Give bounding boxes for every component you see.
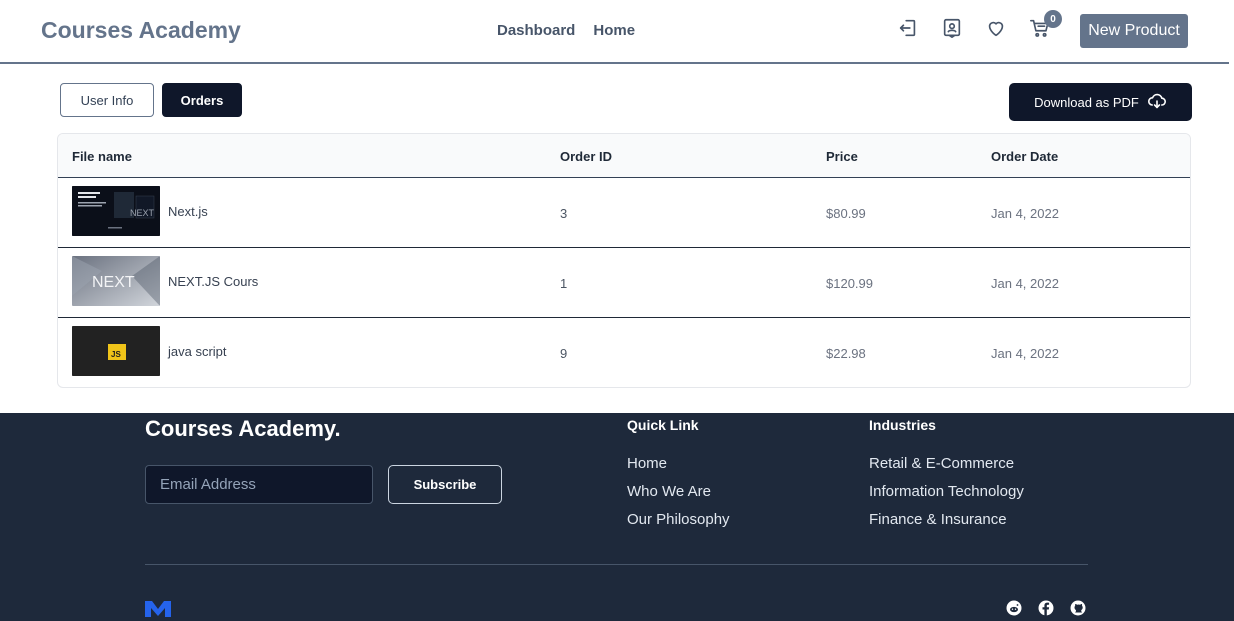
order-date: Jan 4, 2022 [991, 206, 1059, 221]
top-header: Courses Academy Dashboard Home 0 New Pro… [0, 0, 1229, 64]
cart-count-badge: 0 [1044, 10, 1062, 28]
email-input[interactable] [145, 465, 373, 504]
order-id: 3 [560, 206, 568, 221]
order-price: $80.99 [826, 206, 866, 221]
order-id: 1 [560, 276, 568, 291]
header-icons: 0 [896, 10, 1062, 40]
industries-column: Industries Retail & E-Commerce Informati… [869, 417, 1024, 539]
site-footer: Courses Academy. Subscribe Quick Link Ho… [0, 413, 1234, 621]
logout-icon[interactable] [896, 16, 920, 40]
order-price: $22.98 [826, 346, 866, 361]
footer-brand: Courses Academy. [145, 416, 341, 441]
new-product-button[interactable]: New Product [1080, 14, 1188, 48]
industries-title: Industries [869, 417, 936, 433]
orders-table: File name Order ID Price Order Date NEXT… [57, 133, 1191, 388]
profile-icon[interactable] [940, 16, 964, 40]
svg-text:NEXT: NEXT [92, 274, 135, 291]
tab-orders[interactable]: Orders [162, 83, 242, 117]
main-nav: Dashboard Home [497, 22, 635, 39]
nav-home[interactable]: Home [593, 22, 635, 39]
svg-text:NEXT: NEXT [130, 208, 155, 218]
col-price: Price [826, 149, 858, 164]
facebook-icon[interactable] [1038, 600, 1054, 616]
table-row[interactable]: JS java script 9 $22.98 Jan 4, 2022 [58, 318, 1190, 387]
footer-link-who-we-are[interactable]: Who We Are [627, 483, 730, 500]
cart-icon[interactable]: 0 [1028, 10, 1062, 40]
brand-title[interactable]: Courses Academy [41, 17, 241, 44]
quick-link-column: Quick Link Home Who We Are Our Philosoph… [627, 417, 730, 539]
file-name: java script [168, 344, 227, 359]
file-name: NEXT.JS Cours [168, 274, 259, 289]
cloud-download-icon [1147, 93, 1167, 112]
order-date: Jan 4, 2022 [991, 346, 1059, 361]
footer-link-retail[interactable]: Retail & E-Commerce [869, 455, 1024, 472]
course-thumbnail: NEXT [72, 256, 160, 306]
logo-icon [145, 601, 171, 617]
col-file-name: File name [72, 149, 132, 164]
footer-link-home[interactable]: Home [627, 455, 730, 472]
quick-link-title: Quick Link [627, 417, 699, 433]
file-name: Next.js [168, 204, 208, 219]
table-row[interactable]: NEXT NEXT.JS Cours 1 $120.99 Jan 4, 2022 [58, 248, 1190, 318]
github-icon[interactable] [1070, 600, 1086, 616]
reddit-icon[interactable] [1006, 600, 1022, 616]
svg-text:JS: JS [111, 350, 121, 359]
download-pdf-button[interactable]: Download as PDF [1009, 83, 1192, 121]
order-id: 9 [560, 346, 568, 361]
footer-logo[interactable] [144, 598, 176, 618]
footer-link-it[interactable]: Information Technology [869, 483, 1024, 500]
course-thumbnail: NEXT [72, 186, 160, 236]
course-thumbnail: JS [72, 326, 160, 376]
download-pdf-label: Download as PDF [1034, 94, 1139, 110]
footer-link-finance[interactable]: Finance & Insurance [869, 511, 1024, 528]
footer-link-our-philosophy[interactable]: Our Philosophy [627, 511, 730, 528]
table-row[interactable]: NEXT Next.js 3 $80.99 Jan 4, 2022 [58, 178, 1190, 248]
col-order-id: Order ID [560, 149, 613, 164]
order-price: $120.99 [826, 276, 873, 291]
order-date: Jan 4, 2022 [991, 276, 1059, 291]
nav-dashboard[interactable]: Dashboard [497, 22, 575, 39]
table-header: File name Order ID Price Order Date [58, 134, 1190, 178]
tab-user-info[interactable]: User Info [60, 83, 154, 117]
heart-icon[interactable] [984, 16, 1008, 40]
col-order-date: Order Date [991, 149, 1059, 164]
footer-divider [145, 564, 1088, 565]
social-links [1006, 600, 1086, 616]
subscribe-button[interactable]: Subscribe [388, 465, 502, 504]
